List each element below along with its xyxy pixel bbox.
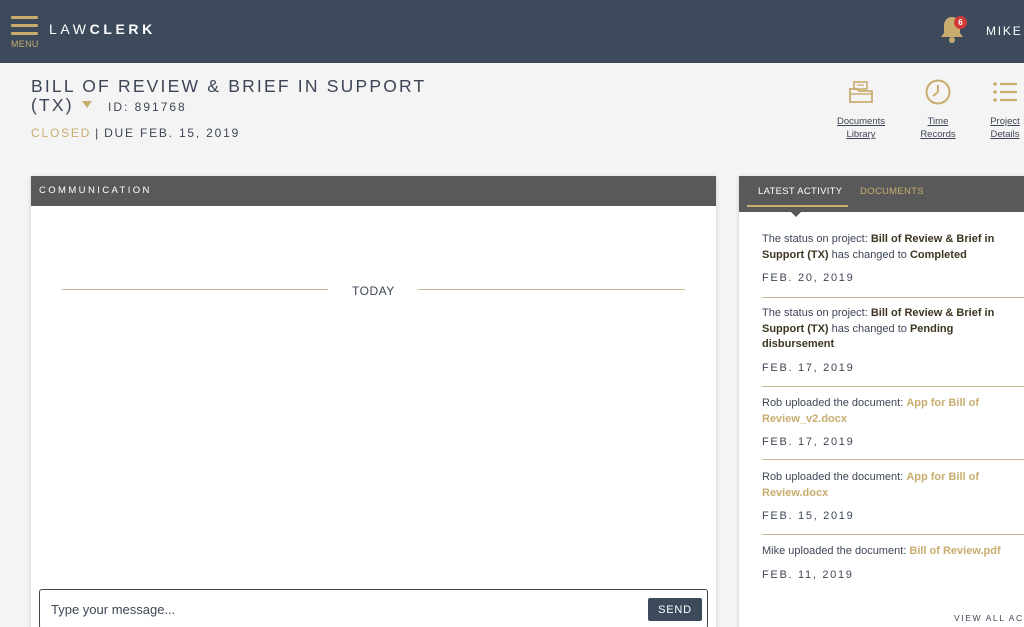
project-dropdown-caret-icon[interactable] <box>81 100 92 108</box>
project-title: BILL OF REVIEW & BRIEF IN SUPPORT (TX) <box>31 77 451 115</box>
clock-icon <box>925 79 951 105</box>
activity-text: has changed to <box>828 322 910 335</box>
menu-button[interactable]: MENU <box>10 15 40 51</box>
activity-text: has changed to <box>828 248 910 261</box>
documents-library-label-2: Library <box>846 129 876 140</box>
activity-text: Mike uploaded the document: <box>762 545 910 557</box>
hamburger-icon-bar <box>11 24 38 27</box>
due-date: DUE FEB. 15, 2019 <box>104 126 241 140</box>
communication-panel: COMMUNICATION TODAY SEND <box>31 176 716 627</box>
documents-library-label-1: Documents <box>836 116 886 127</box>
message-input[interactable] <box>51 600 611 618</box>
active-tab-indicator <box>747 205 848 207</box>
time-records-link[interactable]: Time Records <box>915 78 961 141</box>
activity-divider <box>762 534 1024 535</box>
activity-divider <box>762 459 1024 460</box>
activity-date: FEB. 20, 2019 <box>762 272 855 284</box>
hamburger-icon <box>11 16 38 19</box>
lawclerk-logo[interactable]: LAWCLERK <box>49 21 156 37</box>
menu-label: MENU <box>11 39 39 49</box>
view-all-activity-link[interactable]: VIEW ALL ACTIVITY <box>954 613 1024 623</box>
top-bar: MENU LAWCLERK 6 MIKE <box>0 0 1024 63</box>
project-status-line: CLOSED | DUE FEB. 15, 2019 <box>31 126 240 140</box>
documents-library-link[interactable]: Documents Library <box>834 78 888 141</box>
project-id: ID: 891768 <box>108 100 187 114</box>
project-title-line2: (TX) <box>31 95 74 115</box>
tab-latest-activity[interactable]: LATEST ACTIVITY <box>758 186 842 197</box>
activity-status: Completed <box>909 248 967 261</box>
logo-bold-text: CLERK <box>89 21 156 37</box>
activity-item: The status on project: Bill of Review & … <box>762 306 1024 374</box>
activity-panel: LATEST ACTIVITY DOCUMENTS The status on … <box>739 176 1024 627</box>
time-records-label-2: Records <box>920 129 956 140</box>
communication-header: COMMUNICATION <box>31 176 716 206</box>
activity-text: Rob uploaded the document: <box>762 397 907 409</box>
document-link[interactable]: Bill of Review.pdf <box>909 545 1000 557</box>
status-badge: CLOSED <box>31 126 92 140</box>
tab-documents[interactable]: DOCUMENTS <box>860 186 924 197</box>
day-divider-left <box>62 289 328 290</box>
activity-item: Rob uploaded the document: App for Bill … <box>762 470 1024 522</box>
activity-date: FEB. 11, 2019 <box>762 568 854 581</box>
list-icon <box>993 82 1017 102</box>
project-details-label-2: Details <box>990 129 1020 140</box>
activity-item: Rob uploaded the document: App for Bill … <box>762 396 1024 448</box>
day-divider-right <box>418 289 685 290</box>
send-button[interactable]: SEND <box>648 598 702 621</box>
activity-date: FEB. 15, 2019 <box>762 510 855 522</box>
activity-text: Rob uploaded the document: <box>762 471 907 483</box>
activity-item: The status on project: Bill of Review & … <box>762 232 1024 284</box>
activity-text: The status on project: <box>762 233 871 245</box>
project-details-link[interactable]: Project Details <box>986 78 1024 141</box>
day-divider-label: TODAY <box>352 284 395 298</box>
folder-icon <box>849 81 873 103</box>
user-menu[interactable]: MIKE <box>986 24 1023 38</box>
activity-date: FEB. 17, 2019 <box>762 436 855 448</box>
activity-text: The status on project: <box>762 307 871 319</box>
activity-date: FEB. 17, 2019 <box>762 361 855 374</box>
message-composer: SEND <box>39 589 708 627</box>
activity-divider <box>762 386 1024 387</box>
project-details-label-1: Project <box>990 116 1020 127</box>
logo-light-text: LAW <box>49 21 90 37</box>
status-separator: | <box>95 126 101 140</box>
time-records-label-1: Time <box>927 116 949 127</box>
activity-divider <box>762 297 1024 298</box>
hamburger-icon-bar <box>11 32 38 35</box>
tab-pointer-icon <box>791 212 801 217</box>
notification-count-badge: 6 <box>954 16 967 29</box>
activity-item: Mike uploaded the document: Bill of Revi… <box>762 544 1024 581</box>
project-title-line1: BILL OF REVIEW & BRIEF IN SUPPORT <box>31 76 427 96</box>
activity-tabs: LATEST ACTIVITY DOCUMENTS <box>739 176 1024 212</box>
